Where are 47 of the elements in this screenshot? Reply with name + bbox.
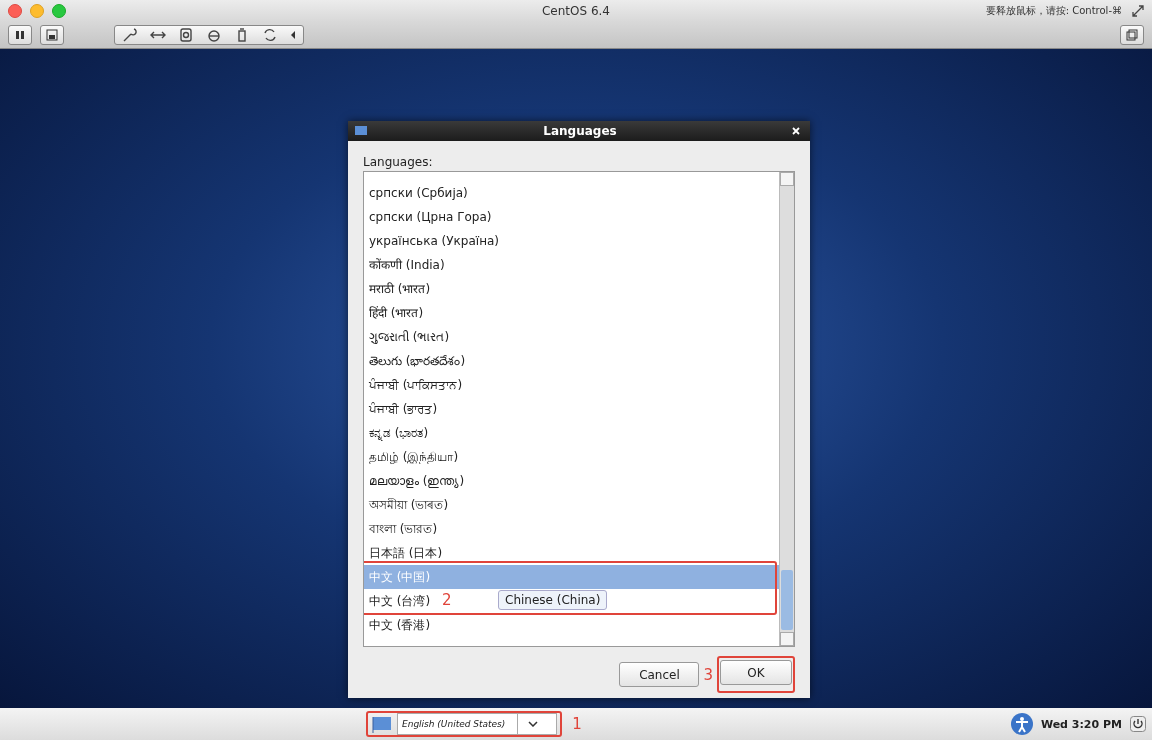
language-item[interactable]: অসমীয়া (ভাৰত) — [364, 493, 779, 517]
language-item[interactable]: ગુજરાતી (ભારત) — [364, 325, 779, 349]
left-arrow-icon[interactable] — [289, 30, 297, 40]
list-label: Languages: — [363, 155, 434, 169]
language-item[interactable]: ಕನ್ನಡ (ಭಾರತ) — [364, 421, 779, 445]
release-hint: 要释放鼠标，请按: Control-⌘ — [985, 4, 1122, 18]
language-item[interactable]: मराठी (भारत) — [364, 277, 779, 301]
chevron-down-icon — [528, 721, 539, 727]
clock: Wed 3:20 PM — [1040, 717, 1122, 731]
close-button[interactable] — [8, 4, 22, 18]
dialog-title: Languages — [542, 124, 618, 138]
accessibility-icon[interactable] — [1010, 713, 1033, 735]
pause-icon — [15, 30, 25, 40]
pause-button[interactable] — [8, 25, 32, 45]
language-item[interactable]: 中文 (香港) — [364, 613, 779, 637]
window-title: CentOS 6.4 — [541, 4, 610, 18]
ok-button[interactable]: OK — [720, 660, 792, 685]
callout-number: 1 — [572, 715, 582, 733]
flag-icon — [354, 125, 368, 137]
language-item[interactable]: ਪੰਜਾਬੀ (ਪਾਕਿਸਤਾਨ) — [364, 373, 779, 397]
refresh-icon[interactable] — [261, 27, 279, 43]
flag-icon — [371, 715, 393, 733]
window-button[interactable] — [1120, 25, 1144, 45]
language-item[interactable]: தமிழ் (இந்தியா) — [364, 445, 779, 469]
power-icon[interactable] — [1130, 716, 1146, 732]
callout-number: 3 — [703, 665, 713, 684]
tooltip: Chinese (China) — [498, 590, 608, 610]
language-item[interactable]: ਪੰਜਾਬੀ (ਭਾਰਤ) — [364, 397, 779, 421]
callout-number: 2 — [442, 591, 452, 609]
display-icon — [46, 29, 58, 41]
windows-icon — [1126, 29, 1138, 41]
camera-icon[interactable] — [177, 27, 195, 43]
language-item[interactable]: कोंकणी (India) — [364, 253, 779, 277]
language-item[interactable]: українська (Україна) — [364, 229, 779, 253]
language-item[interactable]: српски (Црна Гора) — [364, 205, 779, 229]
language-item[interactable]: српски (Србија) — [364, 181, 779, 205]
language-item[interactable]: 日本語 (日本) — [364, 541, 779, 565]
language-item[interactable]: తెలుగు (భారతదేశం) — [364, 349, 779, 373]
language-item[interactable]: বাংলা (ভারত) — [364, 517, 779, 541]
language-item[interactable]: हिंदी (भारत) — [364, 301, 779, 325]
language-select[interactable]: English (United States) — [397, 713, 558, 735]
display-button[interactable] — [40, 25, 64, 45]
fullscreen-icon[interactable] — [1132, 5, 1144, 17]
cancel-button[interactable]: Cancel — [619, 662, 700, 687]
close-icon[interactable] — [792, 127, 800, 135]
scrollbar[interactable] — [779, 172, 794, 646]
language-item[interactable]: മലയാളം (ഇന്ത്യ) — [364, 469, 779, 493]
